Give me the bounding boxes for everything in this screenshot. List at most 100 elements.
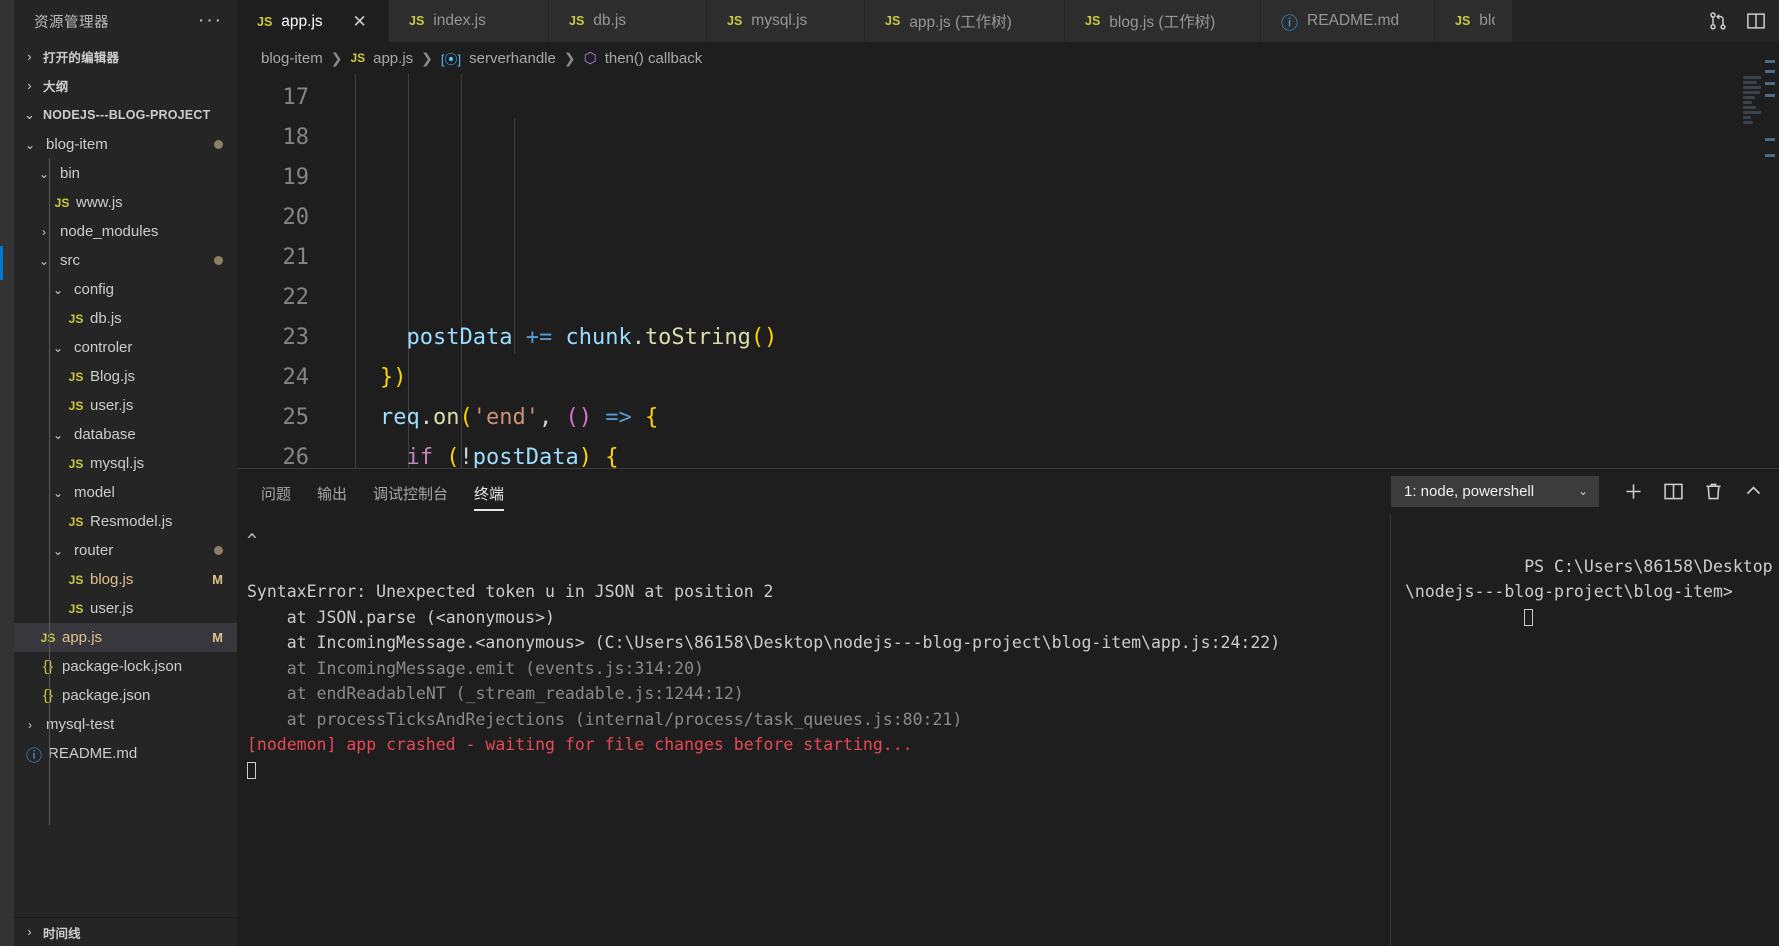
tree-file-Resmodel.js[interactable]: JS Resmodel.js [14,507,237,536]
line-number: 17 [282,85,310,110]
tree-file-mysql.js[interactable]: JS mysql.js [14,449,237,478]
editor-tab-index.js[interactable]: JSindex.js✕ [389,0,549,42]
tree-file-db.js[interactable]: JS db.js [14,304,237,333]
chevron-down-icon[interactable]: ⌄ [50,283,66,297]
tree-folder-node_modules[interactable]: › node_modules [14,217,237,246]
terminal-scrollbar[interactable] [1765,514,1779,946]
tree-file-package-lock.json[interactable]: {} package-lock.json [14,652,237,681]
panel-tab-2[interactable]: 调试控制台 [373,469,448,514]
code-line[interactable]: postData += chunk.toString() [327,318,1779,358]
kill-terminal-icon[interactable] [1693,473,1733,509]
breadcrumb-item-3[interactable]: ⬡ then() callback [584,49,703,68]
panel-tab-label: 终端 [474,485,505,503]
tree-folder-bin[interactable]: ⌄ bin [14,159,237,188]
line-number: 22 [282,285,310,310]
editor-tab-label: blog.js (工作树) [1109,14,1216,31]
editor-tab-label: db.js [593,12,627,29]
sidebar-section-project[interactable]: ⌄ NODEJS---BLOG-PROJECT [14,100,237,129]
code-line[interactable]: if (!postData) { [327,438,1779,468]
terminal-cursor [1524,608,1534,626]
editor-tab-bar-actions [1695,0,1779,42]
terminal-output-right[interactable]: PS C:\Users\86158\Desktop\nodejs---blog-… [1391,514,1779,946]
maximize-panel-icon[interactable] [1733,473,1773,509]
file-tree: ⌄ blog-item ⌄ bin JS www.js › node_modules ⌄ src ⌄… [14,129,237,917]
tree-file-user.js[interactable]: JS user.js [14,594,237,623]
editor-tab-readme.md[interactable]: ⓘREADME.md✕ [1261,0,1435,42]
terminal-selector-dropdown[interactable]: 1: node, powershell ⌄ [1391,475,1599,507]
tree-folder-model[interactable]: ⌄ model [14,478,237,507]
tree-file-www.js[interactable]: JS www.js [14,188,237,217]
activity-bar[interactable] [0,0,14,280]
code-token: , [538,405,566,430]
tree-folder-blog-item[interactable]: ⌄ blog-item [14,130,237,159]
tree-folder-config[interactable]: ⌄ config [14,275,237,304]
tree-item-label: blog.js [90,571,134,588]
code-token: ( [446,445,460,468]
editor-tab-app.js-[interactable]: JSapp.js (工作树)✕ [865,0,1065,42]
chevron-down-icon[interactable]: ⌄ [50,341,66,355]
code-token: on [432,405,460,430]
tree-item-label: app.js [62,629,103,646]
editor-tab-blo[interactable]: JSblo✕ [1435,0,1513,42]
sidebar-section-label: 打开的编辑器 [43,51,120,65]
editor-tab-blog.js-[interactable]: JSblog.js (工作树)✕ [1065,0,1261,42]
chevron-down-icon[interactable]: ⌄ [50,544,66,558]
tree-file-package.json[interactable]: {} package.json [14,681,237,710]
tree-file-user.js[interactable]: JS user.js [14,391,237,420]
panel-tab-label: 输出 [317,485,348,503]
panel-tab-3[interactable]: 终端 [474,469,505,514]
breadcrumb-label: serverhandle [469,49,556,67]
tree-folder-mysql-test[interactable]: › mysql-test [14,710,237,739]
tree-file-Blog.js[interactable]: JS Blog.js [14,362,237,391]
editor-tab-mysql.js[interactable]: JSmysql.js✕ [707,0,865,42]
code-token: chunk [565,325,632,350]
tree-folder-router[interactable]: ⌄ router [14,536,237,565]
close-icon[interactable]: ✕ [350,13,370,30]
code-content[interactable]: postData += chunk.toString() }) req.on('… [327,74,1779,468]
new-terminal-icon[interactable] [1613,473,1653,509]
panel-tab-0[interactable]: 问题 [261,469,291,514]
javascript-file-icon: JS [409,14,425,28]
split-editor-icon[interactable] [1745,10,1767,32]
editor-tab-app.js[interactable]: JS app.js ✕ [237,0,389,42]
breadcrumb-item-1[interactable]: JS app.js [350,50,413,67]
terminal-selector-value: 1: node, powershell [1404,482,1535,500]
javascript-file-icon: JS [727,14,743,28]
code-editor[interactable]: 17 18 19 20 21 22 23 24 25 26 postData += chunk.t… [237,74,1779,468]
tree-file-blog.js[interactable]: JS blog.js M [14,565,237,594]
line-number: 23 [282,325,310,350]
editor-tab-db.js[interactable]: JSdb.js✕ [549,0,707,42]
chevron-down-icon[interactable]: ⌄ [50,486,66,500]
panel-actions: 1: node, powershell ⌄ [1391,473,1779,509]
tree-item-label: user.js [90,600,134,617]
tree-file-README.md[interactable]: ⓘ README.md [14,739,237,768]
chevron-right-icon[interactable]: › [22,718,38,732]
symbol-field-icon: [⦿] [440,51,462,67]
code-token: . [419,405,433,430]
split-terminal-icon[interactable] [1653,473,1693,509]
sidebar-section-outline[interactable]: › 大纲 [14,71,237,100]
sidebar-section-open-editors[interactable]: › 打开的编辑器 [14,42,237,71]
chevron-down-icon[interactable]: ⌄ [50,428,66,442]
code-line[interactable]: }) [327,358,1779,398]
tree-folder-database[interactable]: ⌄ database [14,420,237,449]
code-line[interactable]: req.on('end', () => { [327,398,1779,438]
breadcrumb-item-0[interactable]: blog-item [261,50,323,67]
chevron-down-icon[interactable]: ⌄ [22,138,38,152]
sidebar-section-timeline[interactable]: › 时间线 [14,917,237,946]
breadcrumb-item-2[interactable]: [⦿] serverhandle [441,49,556,68]
panel-tab-1[interactable]: 输出 [317,469,347,514]
compare-changes-icon[interactable] [1707,10,1729,32]
line-number-gutter: 17 18 19 20 21 22 23 24 25 26 [237,74,327,468]
code-token: { [605,445,619,468]
json-file-icon: {} [42,658,54,675]
tree-folder-controler[interactable]: ⌄ controler [14,333,237,362]
sidebar-more-actions-icon[interactable]: ··· [198,11,223,30]
breadcrumb-separator-icon: ❯ [330,49,343,66]
tree-file-app.js[interactable]: JS app.js M [14,623,237,652]
tree-folder-src[interactable]: ⌄ src [14,246,237,275]
terminal-body[interactable]: ^ SyntaxError: Unexpected token u in JSON… [237,514,1779,946]
activity-bar-column[interactable] [0,42,14,946]
